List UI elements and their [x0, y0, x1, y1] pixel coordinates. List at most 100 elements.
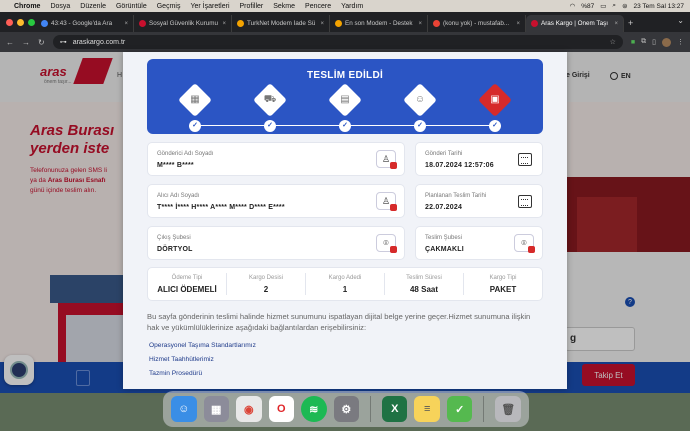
notes-icon[interactable]: ≡ — [414, 396, 440, 422]
close-icon[interactable]: × — [418, 21, 422, 27]
stat-value: PAKET — [489, 285, 517, 294]
chrome-icon[interactable]: ◉ — [236, 396, 262, 422]
search-icon[interactable]: ⌕ — [612, 2, 616, 10]
stat-count: Kargo Adedi 1 — [306, 273, 385, 295]
link-compensation-procedure[interactable]: Tazmin Prosedürü — [149, 370, 256, 377]
origin-branch-label: Çıkış Şubesi — [157, 235, 191, 241]
close-icon[interactable]: × — [614, 21, 618, 27]
tab-title: 43:43 - Google'da Ara — [51, 20, 113, 27]
origin-branch-field: Çıkış Şubesi DÖRTYOL ⌾ — [147, 226, 405, 260]
security-icon[interactable]: ✓ — [446, 396, 473, 422]
system-settings-icon[interactable]: ⚙ — [333, 396, 359, 422]
shipment-modal: TESLİM EDİLDİ ▦ ✓ ⛟ ✓ ▤ ✓ ☺ ✓ ▣ ✓ Gönderici A… — [123, 52, 567, 389]
tab-turknet[interactable]: TurkNet Modem İade Sü × — [232, 15, 330, 32]
send-date-label: Gönderi Tarihi — [425, 151, 463, 157]
clock[interactable]: 23 Tem Sal 13:27 — [634, 3, 684, 10]
stat-value: ALICI ÖDEMELİ — [157, 285, 217, 294]
step-courier: ☺ ✓ — [403, 83, 437, 132]
stat-label: Kargo Desisi — [248, 275, 283, 281]
gmail-icon — [433, 20, 440, 27]
menu-edit[interactable]: Düzenle — [80, 3, 106, 10]
battery-icon[interactable]: ▭ — [600, 2, 606, 10]
turknet-icon — [237, 20, 244, 27]
step-delivered: ▣ ✓ — [478, 83, 512, 132]
menu-file[interactable]: Dosya — [50, 3, 70, 10]
calendar-icon — [518, 153, 532, 166]
wifi-icon[interactable]: ◠ — [570, 2, 576, 10]
courier-icon: ☺ — [414, 94, 426, 105]
receiver-field: Alıcı Adı Soyadı T**** İ**** H**** A****… — [147, 184, 405, 218]
menubar-status: ◠ %87 ▭ ⌕ ⊜ 23 Tem Sal 13:27 — [570, 0, 684, 12]
check-icon: ✓ — [264, 120, 276, 132]
tab-sgk[interactable]: Sosyal Güvenlik Kurumu × — [134, 15, 232, 32]
menu-window[interactable]: Pencere — [305, 3, 331, 10]
back-icon[interactable]: ← — [6, 38, 14, 47]
close-icon[interactable]: × — [222, 21, 226, 27]
avatar[interactable] — [662, 37, 671, 47]
tab-search-icon[interactable]: ⌄ — [677, 16, 684, 25]
extension-icon[interactable]: ■ — [631, 39, 635, 46]
opera-icon[interactable]: O — [268, 396, 294, 422]
menu-app-name[interactable]: Chrome — [14, 3, 40, 10]
minimize-window-button[interactable] — [17, 19, 24, 26]
close-icon[interactable]: × — [320, 21, 324, 27]
tab-gmail[interactable]: (konu yok) - mustafab... × — [428, 15, 526, 32]
zoom-window-button[interactable] — [28, 19, 35, 26]
receiver-label: Alıcı Adı Soyadı — [157, 193, 200, 199]
forward-icon[interactable]: → — [22, 38, 30, 47]
menu-help[interactable]: Yardım — [341, 3, 363, 10]
extensions-puzzle-icon[interactable]: ⧉ — [641, 38, 646, 46]
launchpad-icon[interactable]: ▦ — [203, 396, 229, 422]
send-date-field: Gönderi Tarihi 18.07.2024 12:57:06 — [415, 142, 543, 176]
bookmark-star-icon[interactable]: ☆ — [610, 38, 616, 46]
control-center-icon[interactable]: ⊜ — [622, 2, 627, 10]
extensions-area: ■ ⧉ ▯ ⋮ — [631, 37, 684, 47]
spotify-icon[interactable]: ≋ — [301, 396, 327, 422]
planned-date-label: Planlanan Teslim Tarihi — [425, 193, 487, 199]
site-info-icon[interactable]: ⊶ — [60, 38, 67, 46]
sender-value: M**** B**** — [157, 162, 194, 169]
address-bar[interactable]: ⊶ araskargo.com.tr ☆ — [52, 35, 623, 49]
dock-divider — [483, 396, 485, 422]
tab-title: TurkNet Modem İade Sü — [247, 20, 316, 27]
shipment-stats: Ödeme Tipi ALICI ÖDEMELİ Kargo Desisi 2 Ka… — [147, 267, 543, 301]
tab-google[interactable]: 43:43 - Google'da Ara × — [36, 15, 134, 32]
planned-date-value: 22.07.2024 — [425, 204, 463, 211]
sidebar-icon[interactable]: ▯ — [652, 38, 656, 46]
macos-menubar: Chrome Dosya Düzenle Görüntüle Geçmiş Ye… — [0, 0, 690, 12]
close-icon[interactable]: × — [516, 21, 520, 27]
tab-bar: 43:43 - Google'da Ara × Sosyal Güvenlik K… — [0, 12, 690, 32]
menu-tab[interactable]: Sekme — [273, 3, 295, 10]
stat-desi: Kargo Desisi 2 — [227, 273, 306, 295]
receiver-value: T**** İ**** H**** A**** M**** D**** E***… — [157, 204, 285, 211]
new-tab-icon[interactable]: + — [628, 18, 633, 28]
excel-icon[interactable]: X — [381, 396, 408, 422]
link-service-commitments[interactable]: Hizmet Taahhütlerimiz — [149, 356, 256, 363]
person-icon: ♙ — [376, 192, 397, 211]
tab-aras-kargo[interactable]: Aras Kargo | Önem Taşı × — [526, 15, 624, 32]
battery-percent[interactable]: %87 — [581, 3, 594, 10]
menu-profiles[interactable]: Profiller — [240, 3, 264, 10]
origin-branch-value: DÖRTYOL — [157, 246, 193, 253]
package-icon: ▦ — [190, 94, 200, 105]
location-pin-icon: ⌾ — [514, 234, 535, 253]
menu-history[interactable]: Geçmiş — [157, 3, 181, 10]
tab-title: (konu yok) - mustafab... — [443, 20, 510, 27]
menu-bookmarks[interactable]: Yer İşaretleri — [190, 3, 229, 10]
stat-label: Kargo Tipi — [489, 275, 517, 281]
finder-icon[interactable]: ☺ — [171, 396, 197, 422]
close-icon[interactable]: × — [124, 21, 128, 27]
location-pin-icon: ⌾ — [376, 234, 397, 253]
tab-title: Aras Kargo | Önem Taşı — [541, 20, 608, 27]
status-title: TESLİM EDİLDİ — [306, 70, 384, 81]
reload-icon[interactable]: ↻ — [38, 38, 45, 47]
menu-view[interactable]: Görüntüle — [116, 3, 147, 10]
close-window-button[interactable] — [6, 19, 13, 26]
trash-icon[interactable]: 🗑 — [495, 396, 521, 422]
dock-divider — [370, 396, 371, 422]
more-menu-icon[interactable]: ⋮ — [677, 38, 684, 46]
link-operational-standards[interactable]: Operasyonel Taşıma Standartlarımız — [149, 342, 256, 349]
stat-label: Ödeme Tipi — [171, 275, 203, 281]
tab-modem[interactable]: En son Modem - Destek × — [330, 15, 428, 32]
stat-label: Kargo Adedi — [328, 275, 362, 281]
